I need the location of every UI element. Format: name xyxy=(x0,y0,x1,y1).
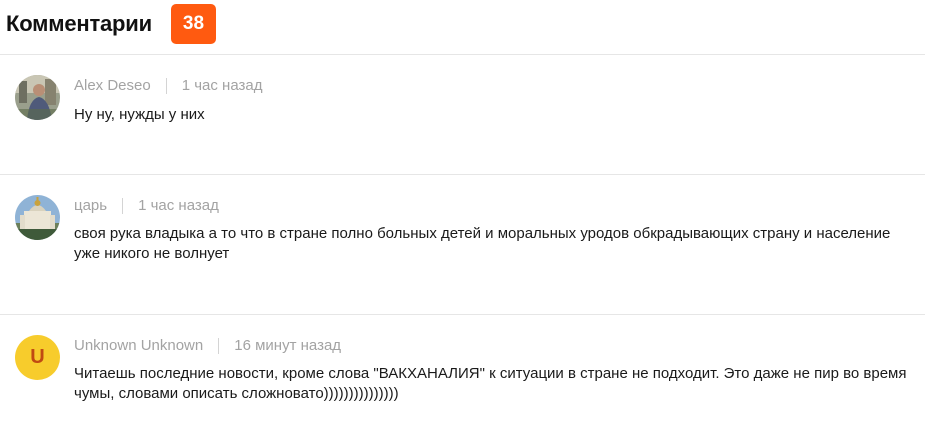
comment-item: царь 1 час назад своя рука владыка а то … xyxy=(0,175,925,314)
user-avatar-photo[interactable] xyxy=(15,195,60,240)
user-avatar-letter[interactable]: U xyxy=(15,335,60,380)
comment-meta: Alex Deseo 1 час назад xyxy=(74,77,262,94)
comment-author[interactable]: Alex Deseo xyxy=(74,77,151,94)
comment-item: Alex Deseo 1 час назад Ну ну, нужды у ни… xyxy=(0,55,925,174)
comments-count-badge[interactable]: 38 xyxy=(170,4,216,44)
user-avatar-photo[interactable] xyxy=(15,75,60,120)
comment-time[interactable]: 16 минут назад xyxy=(234,337,341,354)
comment-text: своя рука владыка а то что в стране полн… xyxy=(74,225,891,262)
comment-time[interactable]: 1 час назад xyxy=(138,197,219,214)
comment-author[interactable]: Unknown Unknown xyxy=(74,337,203,354)
comment-meta: Unknown Unknown 16 минут назад xyxy=(74,337,341,354)
comment-text: Читаешь последние новости, кроме слова "… xyxy=(74,365,907,402)
comment-time[interactable]: 1 час назад xyxy=(182,77,263,94)
comment-author[interactable]: царь xyxy=(74,197,107,214)
comment-item: U Unknown Unknown 16 минут назад Читаешь… xyxy=(0,315,925,421)
comment-meta: царь 1 час назад xyxy=(74,197,219,214)
comment-text: Ну ну, нужды у них xyxy=(74,106,205,123)
comments-header: Комментарии 38 xyxy=(6,4,216,44)
meta-separator xyxy=(122,197,124,214)
meta-separator xyxy=(218,337,220,354)
meta-separator xyxy=(165,77,167,94)
comments-title: Комментарии xyxy=(6,11,152,36)
